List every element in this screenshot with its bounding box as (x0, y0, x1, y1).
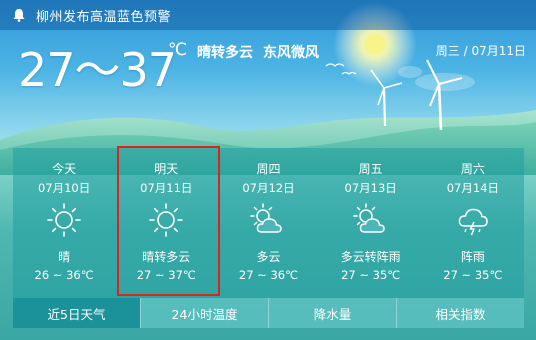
tab-precipitation[interactable]: 降水量 (268, 298, 396, 328)
forecast-day[interactable]: 今天 07月10日 晴 26 ~ 36℃ (13, 148, 115, 298)
day-temp: 27 ~ 36℃ (238, 268, 299, 282)
day-name: 周五 (358, 162, 383, 176)
day-name: 周六 (460, 162, 485, 176)
day-temp: 26 ~ 36℃ (34, 268, 94, 282)
bell-icon (10, 6, 28, 24)
day-name: 周四 (256, 162, 281, 176)
forecast-days: 今天 07月10日 晴 26 ~ 36℃ 明天 07月11日 晴转多云 27 ~… (13, 148, 524, 298)
tab-5-day-weather[interactable]: 近5日天气 (13, 298, 140, 328)
day-condition: 多云 (256, 250, 281, 264)
day-condition: 多云转阵雨 (340, 250, 401, 264)
current-temp-unit: ℃ (168, 40, 188, 60)
tab-related-indices[interactable]: 相关指数 (396, 298, 524, 328)
forecast-tabs: 近5日天气 24小时温度 降水量 相关指数 (13, 298, 524, 328)
day-condition: 晴 (58, 250, 71, 264)
day-date: 07月12日 (242, 181, 295, 195)
day-temp: 27 ~ 35℃ (443, 268, 503, 282)
partly-cloudy-icon (352, 203, 385, 233)
current-date: 周三 / 07月11日 (435, 44, 526, 58)
tab-24h-temperature[interactable]: 24小时温度 (140, 298, 268, 328)
day-condition: 阵雨 (460, 250, 485, 264)
partly-cloudy-icon (250, 203, 283, 233)
forecast-day[interactable]: 周四 07月12日 多云 27 ~ 36℃ (217, 148, 319, 298)
selected-day-highlight (117, 146, 220, 296)
alert-bar[interactable]: 柳州发布高温蓝色预警 (0, 0, 536, 30)
day-temp: 27 ~ 35℃ (341, 268, 401, 282)
thunder-rain-icon (458, 208, 488, 236)
day-date: 07月13日 (344, 181, 397, 195)
weather-widget: 柳州发布高温蓝色预警 27～37 ℃ 晴转多云 东风微风 周三 / 07月11日… (0, 0, 536, 340)
current-condition: 晴转多云 (197, 45, 253, 61)
forecast-day[interactable]: 周五 07月13日 多云转阵雨 27 ~ 35℃ (320, 148, 422, 298)
sunny-icon (47, 203, 81, 237)
sun (364, 33, 386, 55)
day-date: 07月10日 (37, 181, 91, 195)
forecast-card: 今天 07月10日 晴 26 ~ 36℃ 明天 07月11日 晴转多云 27 ~… (13, 148, 524, 328)
day-date: 07月14日 (446, 181, 499, 195)
forecast-day[interactable]: 周六 07月14日 阵雨 27 ~ 35℃ (422, 148, 524, 298)
current-temp-range: 27～37 (18, 43, 177, 97)
alert-text: 柳州发布高温蓝色预警 (36, 9, 172, 25)
day-name: 今天 (52, 162, 77, 176)
current-wind: 东风微风 (263, 45, 319, 61)
